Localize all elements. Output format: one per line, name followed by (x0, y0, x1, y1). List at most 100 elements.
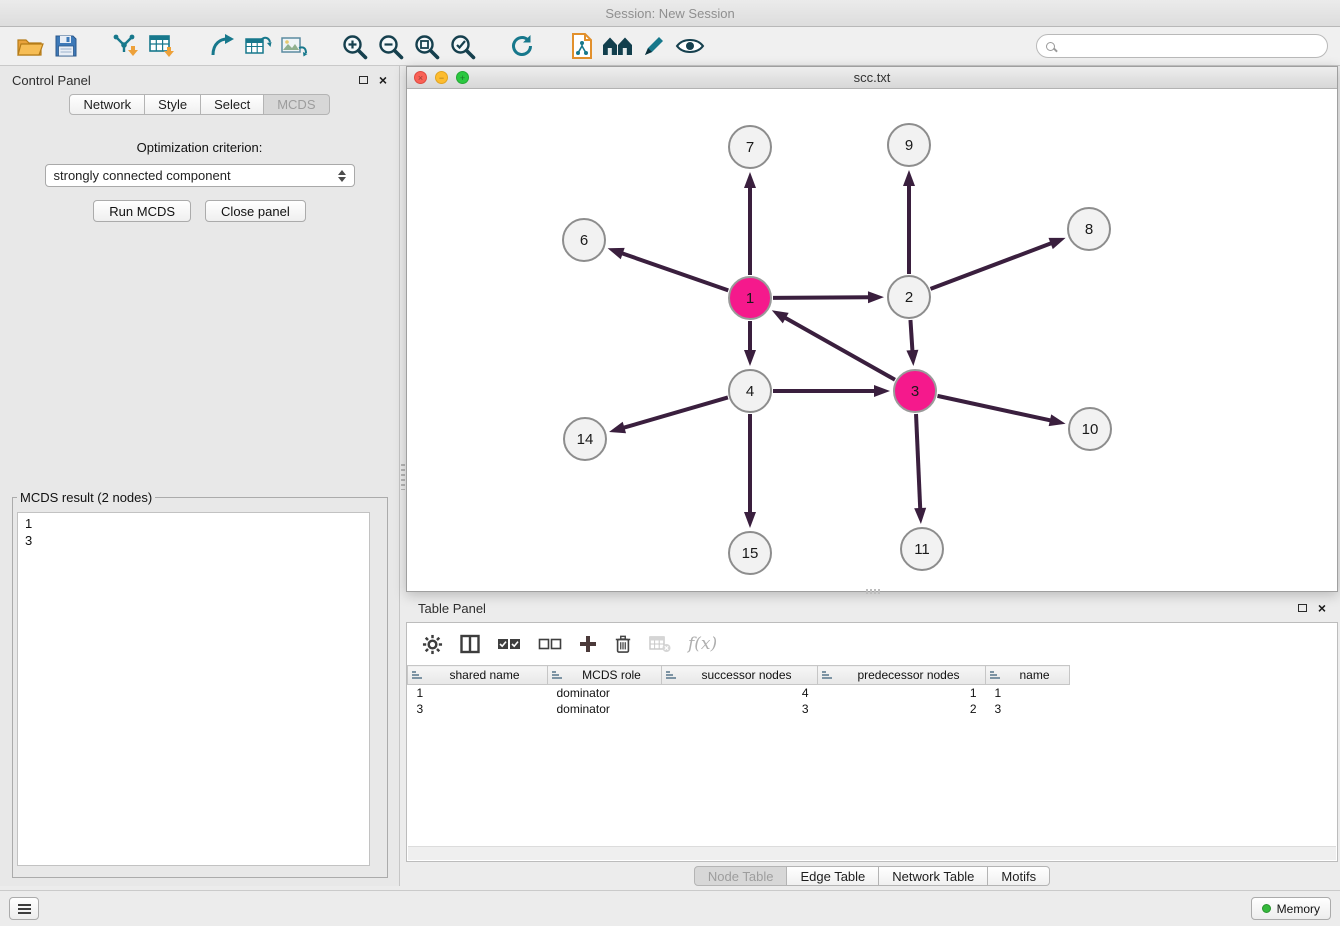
cell-successor-nodes[interactable]: 4 (662, 685, 818, 701)
table-panel-content: f(x) shared name MCDS role successor nod… (406, 622, 1338, 862)
graph-node-label: 15 (742, 545, 759, 562)
zoom-out-icon (377, 33, 404, 60)
two-houses-icon (602, 34, 634, 58)
graph-edge[interactable] (937, 396, 1051, 421)
zoom-in-button[interactable] (336, 30, 372, 62)
tab-network[interactable]: Network (69, 94, 145, 115)
memory-button[interactable]: Memory (1251, 897, 1331, 920)
delete-columns-button[interactable] (614, 634, 632, 654)
list-icon (18, 904, 31, 914)
graph-edge-arrowhead (874, 385, 890, 397)
export-image-button[interactable] (276, 30, 312, 62)
cell-successor-nodes[interactable]: 3 (662, 701, 818, 717)
table-toolbar: f(x) (407, 623, 1337, 665)
column-header-mcds-role[interactable]: MCDS role (548, 666, 662, 685)
toolbar-search-box[interactable] (1036, 34, 1328, 58)
network-window-titlebar[interactable]: × − + scc.txt (407, 67, 1337, 89)
show-hide-details-button[interactable] (672, 30, 708, 62)
graph-edge-arrowhead (609, 422, 626, 434)
home-layout-button[interactable] (600, 30, 636, 62)
apply-style-button[interactable] (636, 30, 672, 62)
network-graph[interactable]: 7968124314101511 (407, 89, 1337, 591)
select-all-rows-button[interactable] (497, 637, 521, 651)
window-title: Session: New Session (605, 6, 734, 21)
refresh-view-button[interactable] (504, 30, 540, 62)
close-panel-button[interactable]: Close panel (205, 200, 306, 222)
graph-edge[interactable] (784, 317, 895, 380)
table-panel-tabs: Node Table Edge Table Network Table Moti… (406, 866, 1338, 886)
create-column-button[interactable] (579, 635, 597, 653)
cell-predecessor-nodes[interactable]: 1 (818, 685, 986, 701)
unselect-all-rows-button[interactable] (538, 637, 562, 651)
table-row[interactable]: 3 dominator 3 2 3 (408, 701, 1338, 717)
cell-shared-name[interactable]: 1 (408, 685, 548, 701)
run-mcds-button[interactable]: Run MCDS (93, 200, 191, 222)
close-window-button[interactable]: × (414, 71, 427, 84)
column-header-shared-name[interactable]: shared name (408, 666, 548, 685)
column-header-predecessor-nodes[interactable]: predecessor nodes (818, 666, 986, 685)
horizontal-scrollbar[interactable] (408, 846, 1336, 860)
unchecked-boxes-icon (538, 637, 562, 651)
eye-icon (675, 36, 705, 56)
tab-select[interactable]: Select (201, 94, 264, 115)
column-header-filler (1070, 666, 1338, 685)
float-table-panel-icon[interactable] (1298, 604, 1307, 612)
column-header-successor-nodes[interactable]: successor nodes (662, 666, 818, 685)
import-table-button[interactable] (144, 30, 180, 62)
import-network-button[interactable] (108, 30, 144, 62)
table-row[interactable]: 1 dominator 4 1 1 (408, 685, 1338, 701)
open-session-button[interactable] (12, 30, 48, 62)
cell-mcds-role[interactable]: dominator (548, 685, 662, 701)
show-columns-button[interactable] (460, 634, 480, 654)
graph-edge[interactable] (916, 414, 920, 510)
float-panel-icon[interactable] (359, 76, 368, 84)
mcds-result-list[interactable]: 1 3 (17, 512, 370, 866)
save-session-button[interactable] (48, 30, 84, 62)
graph-edge[interactable] (622, 397, 727, 428)
tab-style[interactable]: Style (145, 94, 201, 115)
close-table-panel-icon[interactable]: × (1318, 601, 1326, 615)
zoom-in-icon (341, 33, 368, 60)
close-panel-icon[interactable]: × (379, 73, 387, 87)
cell-mcds-role[interactable]: dominator (548, 701, 662, 717)
table-header-row: shared name MCDS role successor nodes pr… (408, 666, 1338, 685)
zoom-selected-button[interactable] (444, 30, 480, 62)
minimize-window-button[interactable]: − (435, 71, 448, 84)
window-resize-grip[interactable] (866, 589, 880, 594)
refresh-icon (509, 33, 535, 59)
table-settings-button[interactable] (422, 634, 443, 655)
column-header-name[interactable]: name (986, 666, 1070, 685)
search-input[interactable] (1062, 39, 1318, 53)
tab-node-table[interactable]: Node Table (694, 866, 788, 886)
graph-node-label: 14 (577, 431, 594, 448)
new-network-table-button[interactable] (240, 30, 276, 62)
maximize-window-button[interactable]: + (456, 71, 469, 84)
tab-motifs[interactable]: Motifs (988, 866, 1050, 886)
graph-edge-arrowhead (744, 512, 756, 528)
graph-edge-arrowhead (906, 350, 918, 366)
mcds-result-item[interactable]: 1 (25, 515, 362, 532)
tab-edge-table[interactable]: Edge Table (787, 866, 879, 886)
mcds-result-groupbox: MCDS result (2 nodes) 1 3 (12, 490, 388, 878)
graph-node-label: 11 (914, 541, 930, 558)
tab-mcds[interactable]: MCDS (264, 94, 329, 115)
copy-style-button[interactable] (564, 30, 600, 62)
graph-edge[interactable] (773, 297, 870, 298)
zoom-out-button[interactable] (372, 30, 408, 62)
cell-predecessor-nodes[interactable]: 2 (818, 701, 986, 717)
tab-network-table[interactable]: Network Table (879, 866, 988, 886)
graph-edge[interactable] (931, 243, 1053, 289)
graph-edge[interactable] (621, 253, 728, 291)
cell-name[interactable]: 3 (986, 701, 1070, 717)
checked-boxes-icon (497, 637, 521, 651)
cell-name[interactable]: 1 (986, 685, 1070, 701)
criterion-dropdown[interactable]: strongly connected component (45, 164, 355, 187)
graph-node-label: 7 (746, 139, 754, 156)
zoom-fit-button[interactable] (408, 30, 444, 62)
mcds-result-item[interactable]: 3 (25, 532, 362, 549)
log-console-button[interactable] (9, 897, 39, 920)
clone-network-button[interactable] (204, 30, 240, 62)
cell-shared-name[interactable]: 3 (408, 701, 548, 717)
graph-node-label: 2 (905, 289, 913, 306)
graph-edge[interactable] (910, 320, 912, 352)
